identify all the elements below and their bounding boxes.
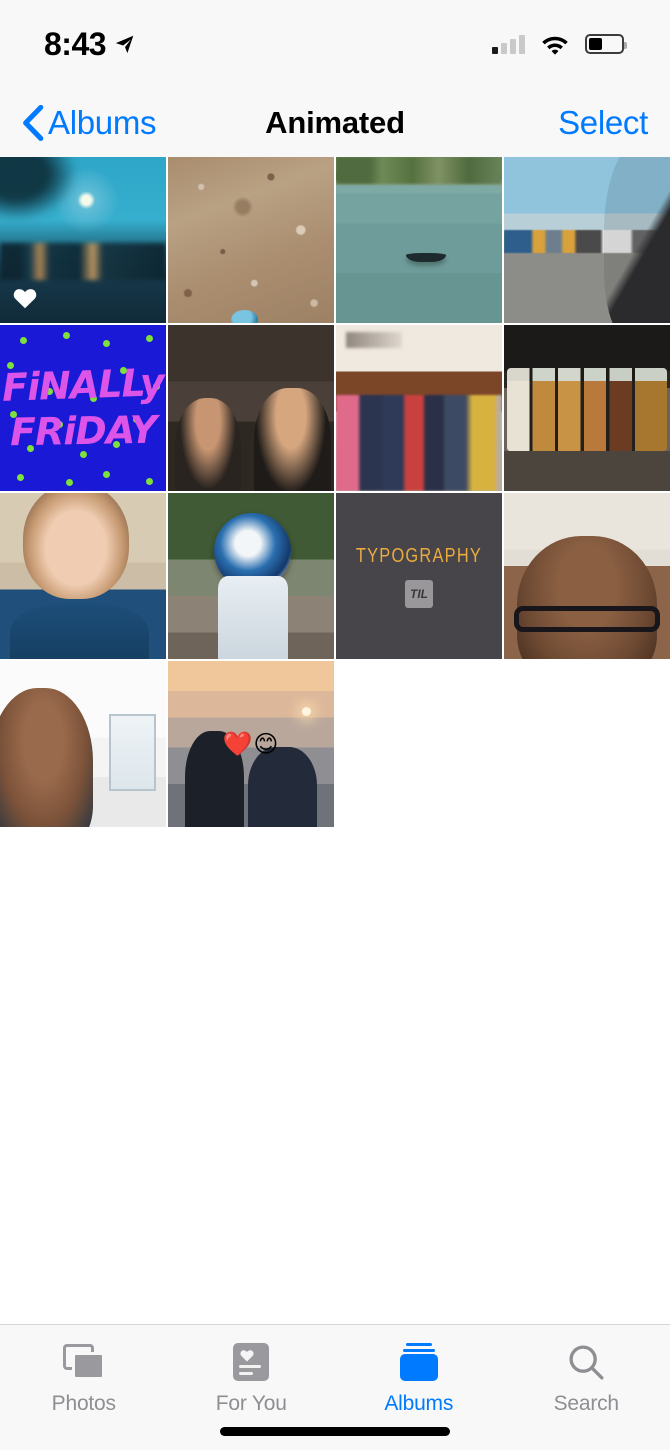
photo-cell[interactable] xyxy=(168,325,334,491)
photo-cell[interactable] xyxy=(336,157,502,323)
home-indicator[interactable] xyxy=(220,1427,450,1436)
tab-albums[interactable]: Albums xyxy=(335,1341,503,1416)
chevron-left-icon xyxy=(23,104,44,141)
photo-cell[interactable]: FiNALLy FRiDAY xyxy=(0,325,166,491)
magnifier-icon xyxy=(567,1341,605,1383)
photo-thumbnail xyxy=(336,157,502,323)
photo-cell[interactable] xyxy=(0,661,166,827)
photo-cell[interactable] xyxy=(0,493,166,659)
photo-thumbnail xyxy=(0,493,166,659)
tab-search-label: Search xyxy=(553,1392,620,1415)
location-arrow-icon xyxy=(115,35,134,54)
photo-thumbnail xyxy=(504,493,670,659)
photo-thumbnail xyxy=(0,661,166,827)
photo-cell[interactable]: TYPOGRAPHY TIL xyxy=(336,493,502,659)
photo-cell[interactable] xyxy=(504,157,670,323)
tab-photos-label: Photos xyxy=(51,1392,116,1415)
photo-cell[interactable] xyxy=(504,325,670,491)
photo-cell[interactable] xyxy=(504,493,670,659)
gif-text-overlay: FiNALLy FRiDAY xyxy=(0,325,166,491)
select-button[interactable]: Select xyxy=(558,104,648,142)
photos-stack-icon xyxy=(62,1341,105,1383)
photo-cell[interactable] xyxy=(336,325,502,491)
gif-text-line-1: FiNALLy xyxy=(1,360,165,410)
photo-thumbnail xyxy=(168,157,334,323)
status-bar-left: 8:43 xyxy=(44,26,136,63)
photo-thumbnail xyxy=(336,325,502,491)
back-to-albums-button[interactable]: Albums xyxy=(22,103,157,142)
typography-overlay: TYPOGRAPHY TIL xyxy=(336,493,502,659)
photo-cell[interactable] xyxy=(168,157,334,323)
favorite-heart-icon xyxy=(13,289,37,309)
status-bar-clock: 8:43 xyxy=(44,25,107,62)
gif-text-line-2: FRiDAY xyxy=(9,407,157,455)
photo-thumbnail: FiNALLy FRiDAY xyxy=(0,325,166,491)
navigation-bar: Albums Animated Select xyxy=(0,88,670,157)
status-bar-right xyxy=(492,33,627,55)
cellular-signal-icon xyxy=(492,34,525,54)
photo-thumbnail: TYPOGRAPHY TIL xyxy=(336,493,502,659)
for-you-card-icon xyxy=(233,1341,270,1383)
typography-title: TYPOGRAPHY xyxy=(355,544,483,567)
albums-folder-icon xyxy=(399,1341,439,1383)
photo-cell[interactable] xyxy=(168,493,334,659)
photo-thumbnail xyxy=(504,157,670,323)
wifi-icon xyxy=(542,36,568,55)
til-logo: TIL xyxy=(405,579,433,608)
tab-albums-label: Albums xyxy=(384,1392,454,1415)
photo-thumbnail xyxy=(504,325,670,491)
photos-app-screen: 8:43 Albums Animated Select FiNALLy FRiD… xyxy=(0,0,670,1450)
back-button-label: Albums xyxy=(48,103,157,141)
battery-icon xyxy=(585,34,627,54)
tab-for-you-label: For You xyxy=(215,1392,287,1415)
tab-for-you[interactable]: For You xyxy=(168,1341,336,1416)
photo-cell[interactable] xyxy=(0,157,166,323)
photo-cell[interactable]: ❤️😊 xyxy=(168,661,334,827)
photo-grid: FiNALLy FRiDAY TYPOGRAPHY TIL ❤️😊 xyxy=(0,157,670,827)
photo-grid-scroll-area[interactable]: FiNALLy FRiDAY TYPOGRAPHY TIL ❤️😊 xyxy=(0,157,670,1324)
photo-thumbnail xyxy=(168,493,334,659)
status-bar: 8:43 xyxy=(0,0,670,88)
photo-thumbnail xyxy=(168,325,334,491)
tab-search[interactable]: Search xyxy=(503,1341,670,1416)
photo-thumbnail: ❤️😊 xyxy=(168,661,334,827)
sun-glow xyxy=(301,707,311,717)
tab-photos[interactable]: Photos xyxy=(0,1341,168,1416)
emoji-overlay: ❤️😊 xyxy=(222,730,280,758)
